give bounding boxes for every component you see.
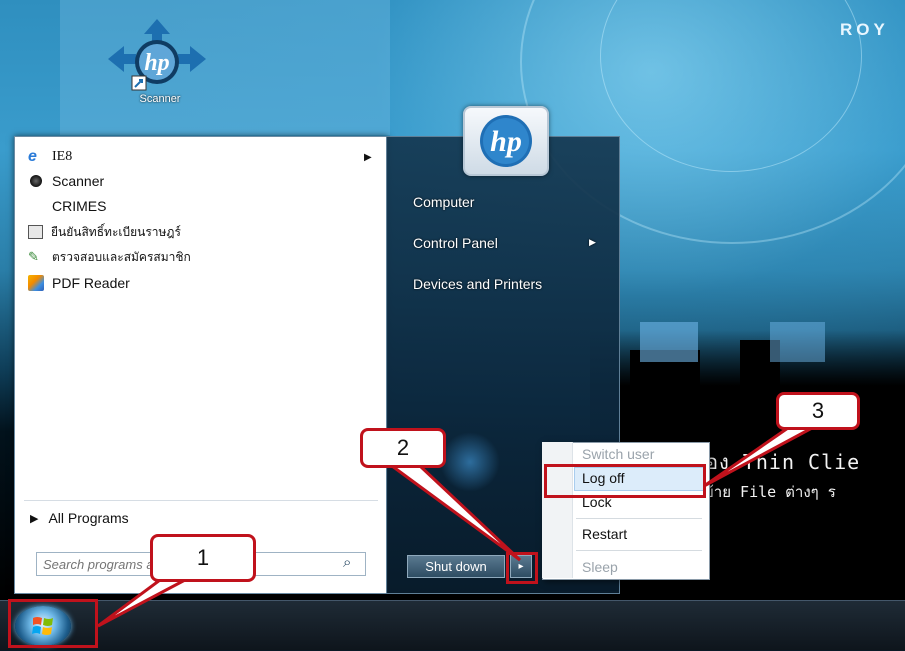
program-label: ยืนยันสิทธิ์ทะเบียนราษฎร์ xyxy=(51,224,181,239)
taskbar xyxy=(0,600,905,650)
start-link-control-panel[interactable]: Control Panel ▶ xyxy=(413,235,603,251)
menu-divider xyxy=(24,500,378,501)
program-item-member-check[interactable]: ✎ ตรวจสอบและสมัครสมาชิก xyxy=(28,246,191,268)
submenu-arrow-icon: ▶ xyxy=(589,237,596,247)
callout-3: 3 xyxy=(776,392,860,430)
menu-item-sleep[interactable]: Sleep xyxy=(582,559,618,575)
id-card-icon xyxy=(28,225,43,239)
start-link-computer[interactable]: Computer xyxy=(413,194,474,210)
internet-explorer-icon: e xyxy=(28,148,37,165)
menu-separator xyxy=(576,518,702,519)
svg-text:hp: hp xyxy=(144,50,169,76)
program-label: IE8 xyxy=(52,149,73,164)
program-item-verify-registration[interactable]: ยืนยันสิทธิ์ทะเบียนราษฎร์ xyxy=(28,221,181,243)
start-link-devices-printers[interactable]: Devices and Printers xyxy=(413,276,542,292)
wallpaper-text-line1: ื่อง Thin Clie xyxy=(705,450,861,474)
all-programs-link[interactable]: ▶ All Programs xyxy=(30,510,129,526)
highlight-log-off xyxy=(544,464,706,498)
program-label: ตรวจสอบและสมัครสมาชิก xyxy=(52,249,191,264)
control-panel-label: Control Panel xyxy=(413,235,498,251)
desktop-scanner-label: Scanner xyxy=(139,93,181,105)
program-item-pdf-reader[interactable]: PDF Reader xyxy=(28,272,130,294)
hp-logo-icon: hp xyxy=(480,115,532,167)
svg-text:hp: hp xyxy=(490,125,522,158)
wallpaper-brand-text: ROY xyxy=(840,20,889,39)
search-icon[interactable]: ⌕ xyxy=(343,554,351,571)
program-item-ie8[interactable]: e IE8 ▶ xyxy=(28,146,378,168)
blank-icon xyxy=(28,198,44,214)
menu-item-restart[interactable]: Restart xyxy=(582,526,627,542)
program-label: PDF Reader xyxy=(52,275,130,291)
program-item-crimes[interactable]: CRIMES xyxy=(28,195,106,217)
menu-item-switch-user[interactable]: Switch user xyxy=(582,446,654,462)
program-label: Scanner xyxy=(52,173,105,189)
triangle-right-icon: ▶ xyxy=(30,512,39,525)
all-programs-label: All Programs xyxy=(48,510,129,526)
hp-user-picture[interactable]: hp xyxy=(463,106,549,176)
shut-down-button[interactable]: Shut down xyxy=(407,555,505,578)
menu-separator xyxy=(576,550,702,551)
pdf-reader-icon xyxy=(28,275,44,291)
highlight-start-button xyxy=(8,599,98,648)
scanner-icon xyxy=(30,175,42,187)
program-item-scanner[interactable]: Scanner xyxy=(28,170,104,192)
decorative-orb xyxy=(440,432,500,492)
member-check-icon: ✎ xyxy=(28,249,39,264)
highlight-shutdown-arrow xyxy=(506,552,538,584)
menu-gutter xyxy=(542,442,573,578)
callout-1: 1 xyxy=(150,534,256,582)
hp-scanner-icon: hp xyxy=(108,19,206,91)
wallpaper-text-line2: ย้าย File ต่างๆ ร xyxy=(705,483,836,501)
callout-2: 2 xyxy=(360,428,446,468)
submenu-arrow-icon: ▶ xyxy=(364,151,372,163)
window-tile xyxy=(640,322,698,362)
window-tile xyxy=(770,322,825,362)
program-label: CRIMES xyxy=(52,198,107,214)
